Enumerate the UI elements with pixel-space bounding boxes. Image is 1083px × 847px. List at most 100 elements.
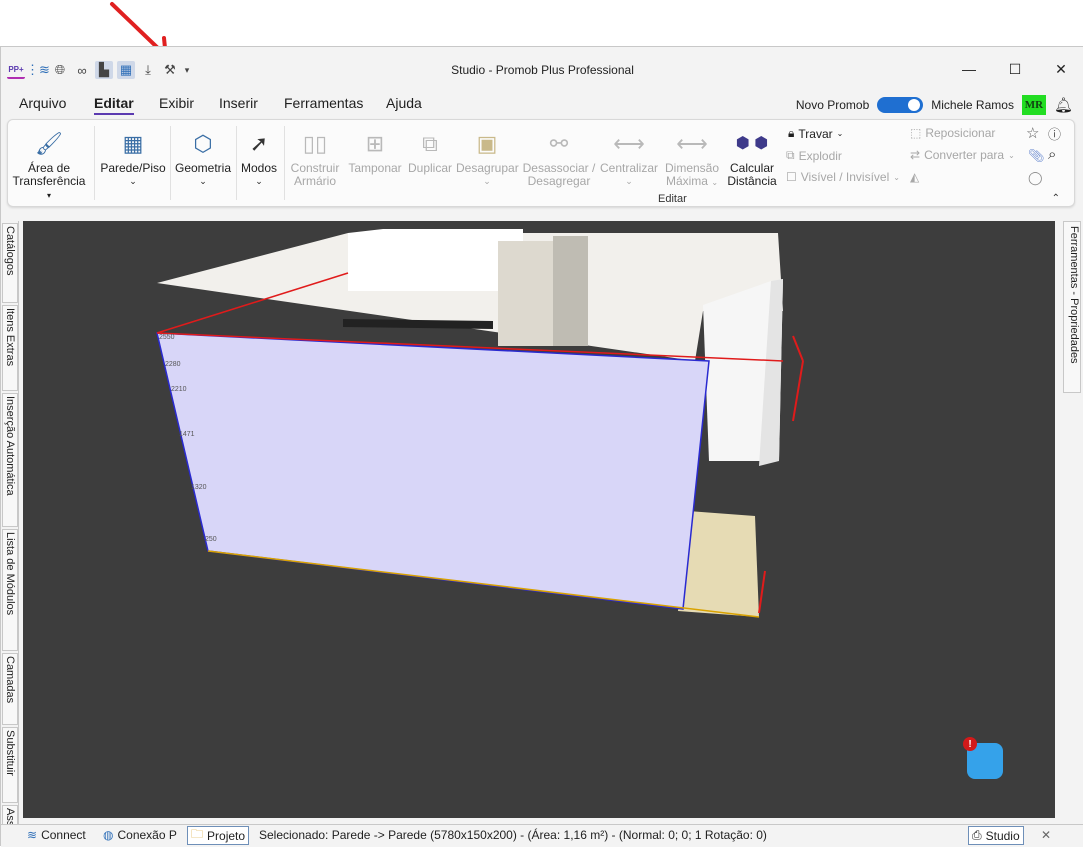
construir-armario-button[interactable]: ▯▯ Construir Armário	[288, 124, 342, 188]
room-3d-model: 2550 2280 2210 1471 1320 250	[156, 229, 804, 618]
menu-inserir[interactable]: Inserir	[219, 95, 258, 111]
separator	[94, 126, 95, 200]
cube-cursor-icon: ⬡	[193, 130, 213, 156]
tab-ferramentas-propriedades[interactable]: Ferramentas - Propriedades	[1063, 221, 1081, 393]
selection-status: Selecionado: Parede -> Parede (5780x150x…	[259, 828, 767, 842]
help-icon[interactable]: ⓘ	[1048, 124, 1061, 143]
novo-promob-toggle[interactable]	[877, 97, 924, 113]
geometria-button[interactable]: ⬡ Geometria ⌄	[172, 124, 234, 188]
explodir-button[interactable]: ⧉ Explodir	[786, 148, 842, 163]
btn-label: Parede/Piso	[100, 161, 166, 175]
reposition-icon: ⬚	[910, 126, 922, 140]
calcular-distancia-button[interactable]: ⬢ ⬢ Calcular Distância	[724, 124, 780, 188]
btn-label: Tamponar	[348, 161, 402, 175]
center-arrows-icon: ⟷	[613, 130, 645, 156]
travar-label: Travar	[798, 126, 833, 141]
close-status-icon[interactable]: ✕	[1041, 828, 1051, 842]
paperclip-icon[interactable]: 📎︎	[1028, 148, 1045, 164]
menu-exibir[interactable]: Exibir	[159, 95, 194, 111]
tab-substituir[interactable]: Substituir	[2, 727, 18, 803]
tab-catalogos[interactable]: Catálogos	[2, 223, 18, 303]
wardrobe-icon: ▯▯	[302, 130, 328, 156]
left-panel-tabs: Catálogos Itens Extras Inserção Automáti…	[1, 221, 19, 826]
3d-viewport[interactable]: 2550 2280 2210 1471 1320 250 !	[23, 221, 1055, 818]
visivel-invisivel-button[interactable]: ☐ Visível / Invisível ⌄	[786, 170, 900, 184]
tab-itens-extras[interactable]: Itens Extras	[2, 305, 18, 391]
dimensao-maxima-button[interactable]: ⟷ Dimensão Máxima ⌄	[662, 124, 722, 189]
studio-button[interactable]: ⎙ Studio	[968, 826, 1024, 845]
btn-label: Duplicar	[407, 161, 452, 175]
tab-ass[interactable]: Ass	[2, 805, 18, 826]
connect-button[interactable]: ≋ Connect	[27, 828, 86, 842]
desassociar-button[interactable]: ⚯ Desassociar / Desagregar	[522, 124, 596, 188]
axis-arrow	[758, 570, 766, 614]
centralizar-button[interactable]: ⟷ Centralizar ⌄	[598, 124, 660, 188]
projeto-button[interactable]: 🗀︎ Projeto	[187, 826, 250, 845]
conexao-label: Conexão P	[117, 828, 177, 842]
tab-label: Lista de Módulos	[4, 532, 16, 616]
star-icon[interactable]: ☆	[1026, 124, 1039, 142]
globe-icon: ◍	[103, 828, 114, 842]
maximize-button[interactable]: ☐	[992, 55, 1038, 83]
tab-camadas[interactable]: Camadas	[2, 653, 18, 725]
comment-icon[interactable]: ◯	[1028, 170, 1043, 186]
btn-label: Transferência	[12, 174, 86, 188]
reposicionar-button[interactable]: ⬚ Reposicionar	[910, 126, 995, 140]
tamponar-icon: ⊞	[365, 130, 385, 156]
studio-icon: ⎙	[972, 828, 982, 842]
tamponar-button[interactable]: ⊞ Tamponar	[346, 124, 404, 175]
duplicar-button[interactable]: ⧉ Duplicar	[406, 124, 454, 175]
collapse-ribbon-icon[interactable]: ⌃	[1052, 193, 1060, 204]
visivel-label: Visível / Invisível	[800, 170, 890, 184]
menu-editar[interactable]: Editar	[94, 95, 134, 115]
studio-label: Studio	[985, 828, 1020, 843]
parede-piso-button[interactable]: ▦ Parede/Piso ⌄	[100, 124, 166, 188]
area-transferencia-button[interactable]: 🖌︎ Área de Transferência ▾	[10, 124, 88, 202]
avatar[interactable]: MR	[1021, 95, 1046, 115]
explode-icon: ⧉	[786, 148, 795, 162]
chat-button[interactable]: !	[963, 737, 1003, 779]
dimension-mark: 2550	[159, 334, 175, 341]
axis-arrow	[792, 360, 804, 422]
desagrupar-button[interactable]: ▣ Desagrupar ⌄	[456, 124, 519, 188]
window-controls: — ☐ ✕	[946, 55, 1083, 83]
status-bar: ≋ Connect ◍ Conexão P 🗀︎ Projeto Selecionad…	[1, 824, 1083, 847]
separator	[284, 126, 285, 200]
right-panel-tabs: Ferramentas - Propriedades	[1061, 221, 1083, 826]
max-dimension-icon: ⟷	[676, 130, 708, 156]
title-bar: PP+ ⋮≋ 🌐︎ ∞ ▙ ▦ ⤓ ⚒ ▾ Studio - Promob Pl…	[1, 47, 1083, 91]
bell-icon[interactable]: 🔔︎	[1054, 96, 1073, 114]
menu-arquivo[interactable]: Arquivo	[19, 95, 66, 111]
btn-label: Desagrupar	[456, 161, 519, 175]
tab-insercao-automatica[interactable]: Inserção Automática	[2, 393, 18, 527]
btn-label: Desassociar /	[522, 161, 596, 175]
mirror-button[interactable]: ◭	[910, 170, 919, 184]
tab-label: Camadas	[4, 656, 16, 704]
converter-label: Converter para	[924, 148, 1005, 162]
tab-label: Inserção Automática	[4, 396, 16, 496]
dimension-mark: 2280	[165, 361, 181, 368]
duplicate-icon: ⧉	[422, 130, 438, 156]
user-name[interactable]: Michele Ramos	[931, 98, 1014, 112]
tab-lista-de-modulos[interactable]: Lista de Módulos	[2, 529, 18, 651]
menu-ajuda[interactable]: Ajuda	[386, 95, 422, 111]
menu-ferramentas[interactable]: Ferramentas	[284, 95, 363, 111]
btn-label: Construir	[290, 161, 340, 175]
mirror-icon: ◭	[910, 170, 920, 184]
close-button[interactable]: ✕	[1038, 55, 1083, 83]
novo-promob-label: Novo Promob	[795, 98, 870, 112]
travar-button[interactable]: 🔒︎ Travar ⌄	[788, 126, 843, 141]
folder-icon: 🗀︎	[191, 827, 204, 841]
btn-label: Máxima	[665, 174, 708, 188]
app-window: PP+ ⋮≋ 🌐︎ ∞ ▙ ▦ ⤓ ⚒ ▾ Studio - Promob Pl…	[0, 46, 1083, 847]
minimize-button[interactable]: —	[946, 55, 992, 83]
modos-button[interactable]: ➚ Modos ⌄	[238, 124, 280, 188]
tall-cabinet	[553, 236, 588, 346]
search-icon[interactable]: ⌕	[1048, 146, 1056, 163]
brick-wall-icon: ▦	[122, 130, 144, 156]
btn-label: Modos	[240, 161, 278, 175]
converter-para-button[interactable]: ⇄ Converter para ⌄	[910, 148, 1015, 162]
tab-label: Itens Extras	[4, 308, 16, 367]
convert-icon: ⇄	[910, 148, 921, 162]
conexao-button[interactable]: ◍ Conexão P	[103, 828, 177, 842]
